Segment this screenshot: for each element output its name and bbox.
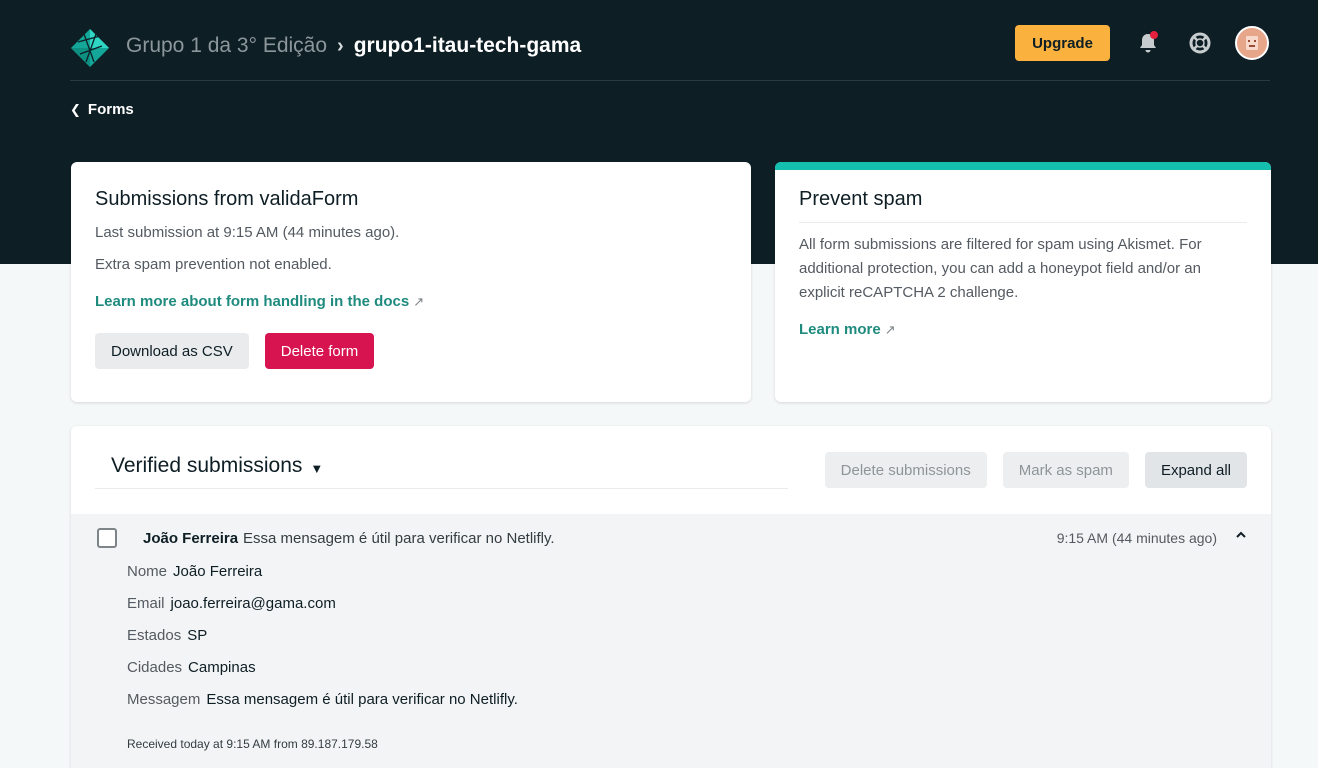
prevent-spam-card: Prevent spam All form submissions are fi… [775, 162, 1271, 402]
field-label: Messagem [127, 691, 201, 708]
submission-fields: Nome João Ferreira Email joao.ferreira@gam… [127, 562, 518, 722]
docs-link-label: Learn more about form handling in the do… [95, 293, 410, 310]
spam-prevention-text: Extra spam prevention not enabled. [95, 256, 332, 273]
field-row: Estados SP [127, 626, 518, 658]
submissions-card: Verified submissions ▼ Delete submission… [71, 426, 1271, 768]
field-row: Nome João Ferreira [127, 562, 518, 594]
delete-form-button[interactable]: Delete form [264, 333, 375, 369]
external-link-icon: ↗ [413, 294, 425, 309]
site-name[interactable]: grupo1-itau-tech-gama [354, 34, 582, 58]
prevent-spam-title: Prevent spam [799, 188, 1247, 223]
field-value: SP [187, 627, 208, 644]
field-label: Estados [127, 627, 182, 644]
team-breadcrumb[interactable]: Grupo 1 da 3° Edição [126, 34, 327, 58]
learn-more-label: Learn more [799, 321, 881, 338]
upgrade-button[interactable]: Upgrade [1015, 25, 1110, 61]
mark-as-spam-button[interactable]: Mark as spam [1002, 452, 1129, 488]
back-link-label: Forms [87, 101, 134, 118]
docs-link[interactable]: Learn more about form handling in the do… [95, 293, 424, 310]
last-submission-text: Last submission at 9:15 AM (44 minutes a… [95, 224, 400, 241]
site-header: Grupo 1 da 3° Edição › grupo1-itau-tech-… [70, 20, 1270, 81]
notification-dot [1150, 31, 1158, 39]
learn-more-link[interactable]: Learn more ↗ [799, 321, 896, 338]
download-csv-button[interactable]: Download as CSV [95, 333, 249, 369]
delete-submissions-button[interactable]: Delete submissions [824, 452, 987, 488]
chevron-down-icon: ▼ [310, 460, 324, 476]
back-to-forms-link[interactable]: ❮ Forms [70, 101, 134, 118]
field-label: Cidades [127, 659, 183, 676]
user-menu-button[interactable] [1234, 25, 1270, 61]
prevent-spam-body: All form submissions are filtered for sp… [799, 236, 1202, 301]
form-actions: Download as CSV Delete form [95, 333, 727, 369]
field-row: Messagem Essa mensagem é útil para verifi… [127, 690, 518, 722]
submission-item: João Ferreira Essa mensagem é útil para … [71, 514, 1271, 768]
form-summary-card: Submissions from validaForm Last submiss… [71, 162, 751, 402]
avatar [1235, 26, 1269, 60]
field-row: Cidades Campinas [127, 658, 518, 690]
field-row: Email joao.ferreira@gama.com [127, 594, 518, 626]
avatar-face-icon [1246, 36, 1258, 50]
expand-all-button[interactable]: Expand all [1144, 452, 1247, 488]
header-actions: Upgrade [1015, 25, 1270, 61]
notifications-button[interactable] [1130, 25, 1166, 61]
submission-checkbox[interactable] [97, 528, 117, 548]
help-lifebuoy-icon [1189, 32, 1211, 54]
help-button[interactable] [1182, 25, 1218, 61]
submission-name: João Ferreira [143, 529, 239, 547]
submissions-title: Verified submissions [111, 454, 303, 477]
submissions-actions: Delete submissions Mark as spam Expand a… [824, 452, 1247, 488]
field-value: Essa mensagem é útil para verificar no N… [206, 691, 518, 708]
field-label: Email [127, 595, 165, 612]
field-value: joao.ferreira@gama.com [170, 595, 336, 612]
chevron-up-icon[interactable] [1235, 530, 1247, 540]
netlify-logo-icon[interactable] [70, 28, 110, 68]
submission-preview: Essa mensagem é útil para verificar no N… [243, 529, 555, 547]
external-link-icon: ↗ [884, 322, 896, 337]
received-info: Received today at 9:15 AM from 89.187.17… [127, 737, 378, 751]
form-title: Submissions from validaForm [95, 188, 359, 210]
submission-summary[interactable]: João Ferreira Essa mensagem é útil para … [97, 528, 1247, 548]
field-value: João Ferreira [173, 563, 263, 580]
field-label: Nome [127, 563, 168, 580]
submission-time: 9:15 AM (44 minutes ago) [1056, 530, 1217, 546]
breadcrumb-separator: › [337, 34, 344, 57]
submissions-filter-dropdown[interactable]: Verified submissions ▼ [95, 452, 788, 489]
accent-bar [775, 162, 1271, 170]
chevron-left-icon: ❮ [70, 101, 81, 117]
field-value: Campinas [188, 659, 256, 676]
